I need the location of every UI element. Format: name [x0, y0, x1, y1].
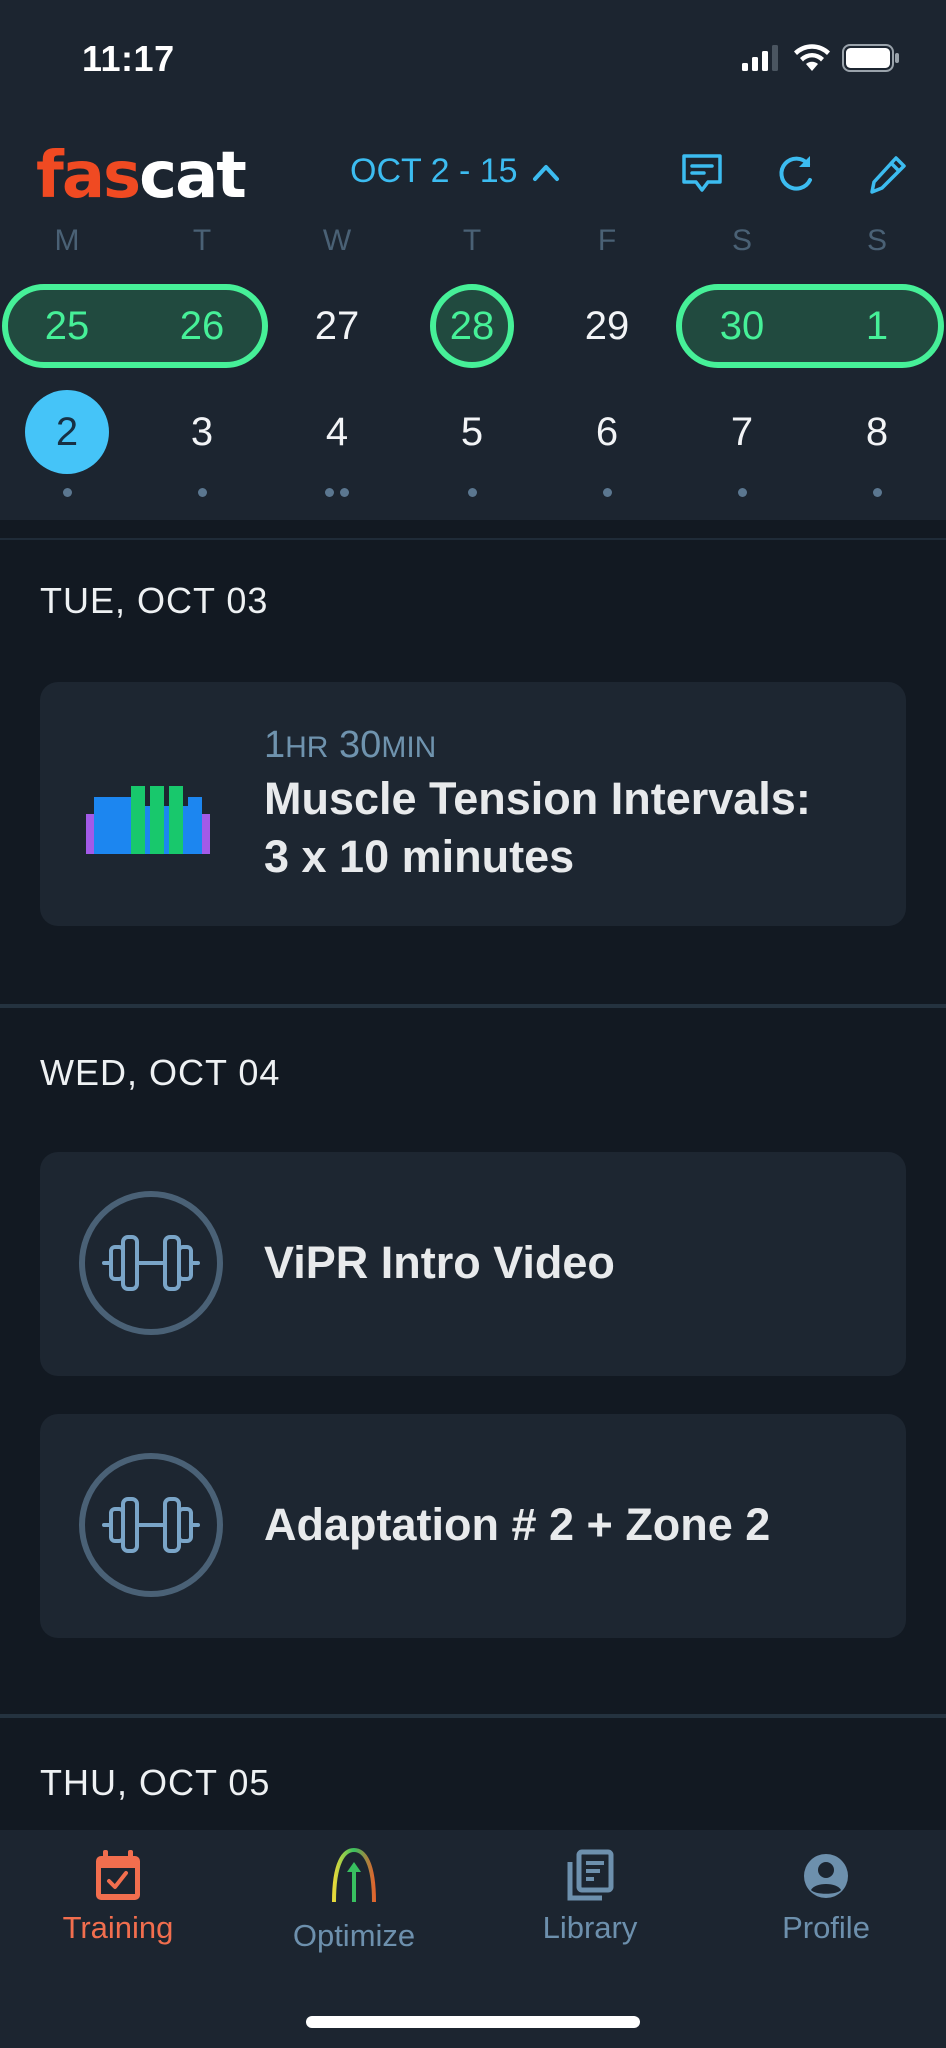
- calendar-check-icon: [96, 1850, 140, 1900]
- calendar-day[interactable]: 28: [430, 284, 514, 368]
- refresh-icon[interactable]: [772, 150, 820, 198]
- calendar-day-today[interactable]: 2: [25, 390, 109, 474]
- workout-indicator: [857, 488, 897, 497]
- chevron-up-icon: [532, 164, 559, 181]
- header: 11:17 fascat OCT 2 - 15 M T W T F S S 25…: [0, 0, 946, 520]
- workout-card[interactable]: ViPR Intro Video: [40, 1152, 906, 1376]
- calendar-day[interactable]: 4: [295, 390, 379, 474]
- dumbbell-icon: [79, 1453, 223, 1597]
- dumbbell-icon: [79, 1191, 223, 1335]
- wifi-icon: [794, 44, 830, 71]
- profile-avatar-icon: [804, 1854, 848, 1898]
- divider: [0, 538, 946, 540]
- interval-chart-icon: [86, 786, 210, 854]
- weekday-label: T: [462, 224, 482, 257]
- toolbar: fascat OCT 2 - 15: [0, 140, 946, 212]
- tab-optimize[interactable]: Optimize: [254, 1848, 454, 1954]
- date-heading: THU, OCT 05: [40, 1762, 271, 1803]
- weekday-label: M: [54, 224, 80, 257]
- home-indicator[interactable]: [306, 2016, 640, 2028]
- weekday-header: M T W T F S S: [0, 224, 946, 264]
- calendar-day[interactable]: 25: [25, 284, 109, 368]
- battery-icon: [842, 44, 899, 72]
- calendar-day[interactable]: 6: [565, 390, 649, 474]
- calendar-day[interactable]: 30: [700, 284, 784, 368]
- workout-card[interactable]: 1HR 30MIN Muscle Tension Intervals: 3 x …: [40, 682, 906, 926]
- tab-label: Training: [62, 1910, 174, 1945]
- edit-icon[interactable]: [862, 150, 910, 198]
- library-icon: [567, 1849, 614, 1901]
- calendar-week-1: 25 26 27 28 29 30 1: [0, 284, 946, 374]
- workout-indicator: [722, 488, 762, 497]
- workout-title: Muscle Tension Intervals: 3 x 10 minutes: [264, 773, 811, 882]
- weekday-label: W: [322, 224, 352, 257]
- weekday-label: S: [731, 224, 752, 257]
- calendar-day[interactable]: 29: [565, 284, 649, 368]
- workout-title: ViPR Intro Video: [264, 1237, 615, 1288]
- workout-indicator: [587, 488, 627, 497]
- weekday-label: S: [866, 224, 887, 257]
- divider: [0, 1004, 946, 1008]
- calendar-day[interactable]: 7: [700, 390, 784, 474]
- calendar-day[interactable]: 3: [160, 390, 244, 474]
- tab-training[interactable]: Training: [18, 1848, 218, 1946]
- calendar-day[interactable]: 26: [160, 284, 244, 368]
- messages-icon[interactable]: [678, 150, 726, 198]
- calendar-day[interactable]: 27: [295, 284, 379, 368]
- status-icons: [742, 44, 900, 72]
- workout-duration: 1HR 30MIN: [264, 724, 437, 766]
- calendar-day[interactable]: 1: [835, 284, 919, 368]
- date-range-toggle[interactable]: OCT 2 - 15: [350, 152, 560, 191]
- workout-indicator: [452, 488, 492, 497]
- workout-title: Adaptation # 2 + Zone 2: [264, 1499, 771, 1550]
- date-heading: TUE, OCT 03: [40, 580, 269, 621]
- tab-label: Library: [542, 1910, 638, 1945]
- tab-profile[interactable]: Profile: [726, 1848, 926, 1946]
- divider: [0, 1714, 946, 1718]
- tab-label: Optimize: [292, 1918, 416, 1953]
- optimize-arch-icon: [332, 1848, 376, 1903]
- workout-indicator: [47, 488, 87, 497]
- date-range-label: OCT 2 - 15: [350, 152, 518, 190]
- workout-card[interactable]: Adaptation # 2 + Zone 2: [40, 1414, 906, 1638]
- fascat-logo: fascat: [36, 139, 247, 213]
- calendar-day[interactable]: 8: [835, 390, 919, 474]
- tab-label: Profile: [782, 1910, 870, 1945]
- workout-indicator: [182, 488, 222, 497]
- calendar-day[interactable]: 5: [430, 390, 514, 474]
- tab-library[interactable]: Library: [490, 1848, 690, 1946]
- status-time: 11:17: [82, 38, 175, 79]
- weekday-label: F: [597, 224, 617, 257]
- calendar-week-2: 2 3 4 5 6 7 8: [0, 390, 946, 497]
- cellular-signal-icon: [742, 45, 778, 71]
- workout-indicator: [317, 488, 357, 497]
- status-bar: 11:17: [0, 0, 946, 120]
- date-heading: WED, OCT 04: [40, 1052, 281, 1093]
- weekday-label: T: [192, 224, 212, 257]
